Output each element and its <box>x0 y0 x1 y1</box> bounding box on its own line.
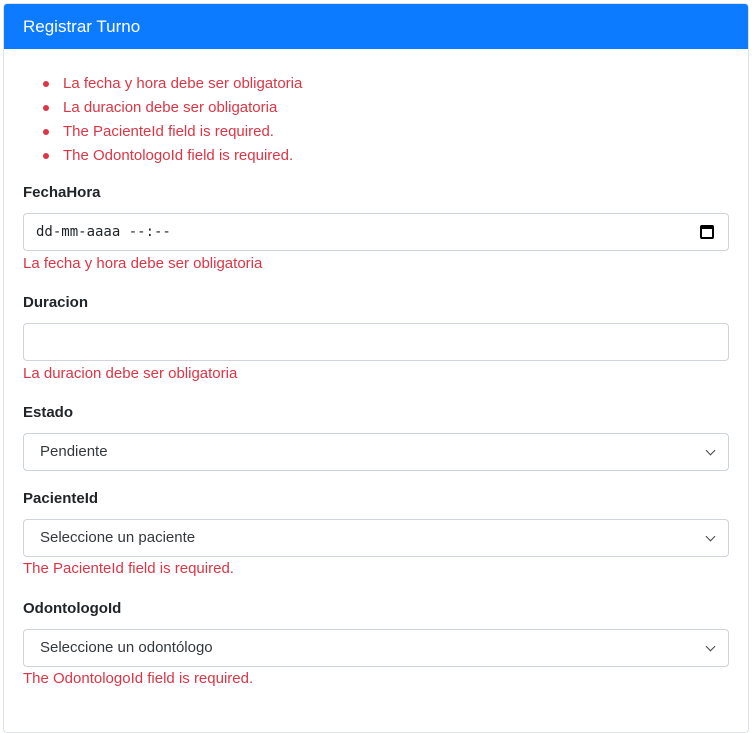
calendar-icon[interactable] <box>700 225 714 239</box>
register-appointment-card: Registrar Turno La fecha y hora debe ser… <box>3 3 749 733</box>
validation-summary-item: La duracion debe ser obligatoria <box>41 96 302 120</box>
chevron-down-icon <box>705 531 716 542</box>
card-header: Registrar Turno <box>4 4 748 49</box>
duracion-label: Duracion <box>23 294 89 311</box>
pacienteid-selected: Seleccione un paciente <box>40 529 196 546</box>
fechahora-error: La fecha y hora debe ser obligatoria <box>23 255 263 272</box>
fechahora-placeholder: dd-mm-aaaa --:-- <box>36 224 171 240</box>
estado-label: Estado <box>23 404 74 421</box>
odontologoid-label: OdontologoId <box>23 600 122 617</box>
fechahora-input[interactable]: dd-mm-aaaa --:-- <box>23 213 729 251</box>
estado-select[interactable]: Pendiente <box>23 433 729 471</box>
odontologoid-error: The OdontologoId field is required. <box>23 670 254 687</box>
odontologoid-selected: Seleccione un odontólogo <box>40 639 213 656</box>
pacienteid-label: PacienteId <box>23 490 99 507</box>
pacienteid-select[interactable]: Seleccione un paciente <box>23 519 729 557</box>
chevron-down-icon <box>705 641 716 652</box>
validation-summary: La fecha y hora debe ser obligatoria La … <box>41 72 302 168</box>
fechahora-label: FechaHora <box>23 184 101 201</box>
validation-summary-item: La fecha y hora debe ser obligatoria <box>41 72 302 96</box>
odontologoid-select[interactable]: Seleccione un odontólogo <box>23 629 729 667</box>
chevron-down-icon <box>705 445 716 456</box>
validation-summary-item: The PacienteId field is required. <box>41 120 302 144</box>
duracion-error: La duracion debe ser obligatoria <box>23 365 238 382</box>
validation-summary-item: The OdontologoId field is required. <box>41 144 302 168</box>
duracion-input[interactable] <box>23 323 729 361</box>
estado-selected: Pendiente <box>40 443 108 460</box>
pacienteid-error: The PacienteId field is required. <box>23 560 234 577</box>
